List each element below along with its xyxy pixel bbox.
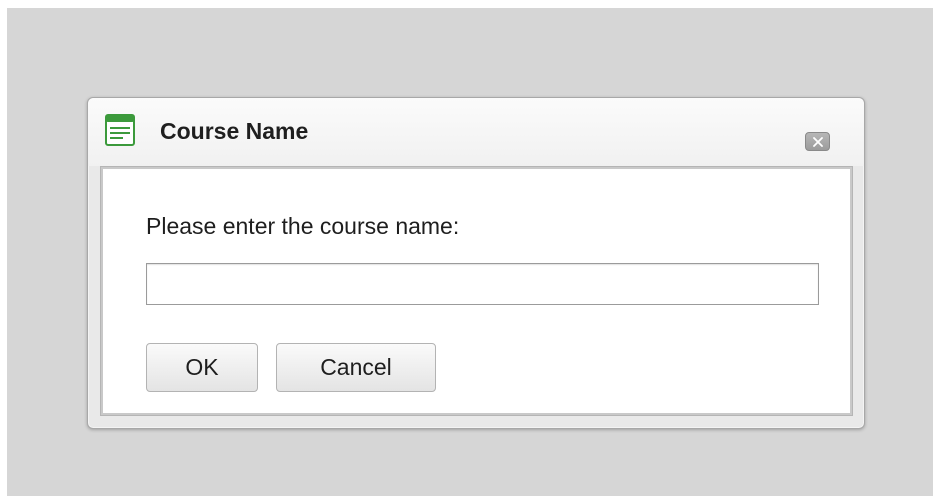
ok-button[interactable]: OK: [146, 343, 258, 392]
dialog-title: Course Name: [160, 118, 309, 144]
close-button[interactable]: [805, 132, 830, 151]
dialog-titlebar: Course Name: [88, 98, 864, 166]
course-name-dialog: Course Name Please enter the course name…: [87, 97, 865, 429]
window-form-icon: [105, 114, 135, 146]
dialog-body: Please enter the course name: OK Cancel: [101, 167, 852, 415]
course-name-input[interactable]: [146, 263, 819, 305]
close-icon: [813, 137, 823, 147]
course-name-prompt: Please enter the course name:: [146, 213, 460, 239]
cancel-button[interactable]: Cancel: [276, 343, 436, 392]
